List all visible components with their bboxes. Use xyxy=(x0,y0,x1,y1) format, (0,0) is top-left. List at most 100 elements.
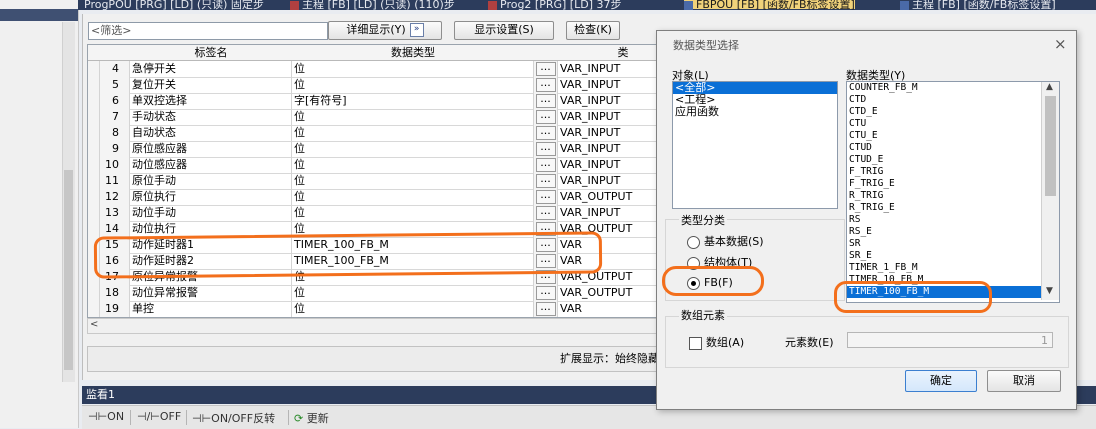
data-type-cell[interactable]: 位 xyxy=(292,301,534,317)
type-browse-button[interactable]: ... xyxy=(534,93,558,109)
data-type-cell[interactable]: 位 xyxy=(292,189,534,205)
scroll-thumb[interactable] xyxy=(1045,96,1056,196)
type-browse-button[interactable]: ... xyxy=(534,285,558,301)
table-row[interactable]: 5 复位开关位... VAR_INPUT xyxy=(88,77,688,94)
label-name-cell[interactable]: 手动状态 xyxy=(130,109,292,125)
table-row[interactable]: 15 动作延时器1 TIMER_100_FB_M... VAR xyxy=(88,237,688,254)
data-type-item[interactable]: SR xyxy=(847,238,1059,250)
tab-fbpou-labels[interactable]: FBPOU [FB] [函数/FB标签设置] xyxy=(684,0,855,10)
data-type-cell[interactable]: 位 xyxy=(292,109,534,125)
scroll-up-icon[interactable]: ▲ xyxy=(1046,82,1053,92)
header-label-name[interactable]: 标签名 xyxy=(130,45,293,61)
label-name-cell[interactable]: 动作延时器1 xyxy=(130,237,292,253)
tab-main-ld[interactable]: 主程 [FB] [LD] (只读) (110)步 xyxy=(290,0,455,10)
type-browse-button[interactable]: ... xyxy=(534,237,558,253)
type-browse-button[interactable]: ... xyxy=(534,205,558,221)
data-type-item[interactable]: SR_E xyxy=(847,250,1059,262)
type-browse-button[interactable]: ... xyxy=(534,253,558,269)
object-item-app-func[interactable]: 应用函数 xyxy=(673,106,837,118)
scroll-left-icon[interactable]: < xyxy=(90,319,98,330)
data-type-cell[interactable]: 位 xyxy=(292,125,534,141)
data-type-item[interactable]: RS xyxy=(847,214,1059,226)
watch-refresh-button[interactable]: ⟳ 更新 xyxy=(294,410,329,426)
label-name-cell[interactable]: 原位异常报警 xyxy=(130,269,292,285)
data-type-cell[interactable]: 位 xyxy=(292,77,534,93)
detail-display-button[interactable]: 详细显示(Y)» xyxy=(328,21,442,40)
array-checkbox[interactable]: 数组(A) xyxy=(689,334,744,350)
table-row[interactable]: 10 动位感应器位... VAR_INPUT xyxy=(88,157,688,174)
type-browse-button[interactable]: ... xyxy=(534,221,558,237)
type-browse-button[interactable]: ... xyxy=(534,61,558,77)
data-type-cell[interactable]: 位 xyxy=(292,157,534,173)
table-row[interactable]: 19 单控位... VAR xyxy=(88,301,688,317)
label-name-cell[interactable]: 动位异常报警 xyxy=(130,285,292,301)
tree-selected-item[interactable] xyxy=(0,9,78,21)
table-row[interactable]: 6 单双控选择 字[有符号]... VAR_INPUT xyxy=(88,93,688,110)
data-type-item[interactable]: F_TRIG xyxy=(847,166,1059,178)
label-name-cell[interactable]: 动位感应器 xyxy=(130,157,292,173)
watch-off-button[interactable]: ⊣/⊢OFF xyxy=(137,410,181,423)
table-row[interactable]: 9 原位感应器位... VAR_INPUT xyxy=(88,141,688,158)
type-browse-button[interactable]: ... xyxy=(534,173,558,189)
data-type-item[interactable]: CTD_E xyxy=(847,106,1059,118)
data-type-cell[interactable]: 位 xyxy=(292,141,534,157)
data-type-cell[interactable]: 位 xyxy=(292,269,534,285)
table-row[interactable]: 14 动位执行位... VAR_OUTPUT xyxy=(88,221,688,238)
table-row[interactable]: 13 动位手动位... VAR_INPUT xyxy=(88,205,688,222)
data-type-item[interactable]: CTUD_E xyxy=(847,154,1059,166)
label-name-cell[interactable]: 动位手动 xyxy=(130,205,292,221)
watch-toggle-button[interactable]: ⊣⊢ON/OFF反转 xyxy=(192,410,275,426)
display-settings-button[interactable]: 显示设置(S) xyxy=(454,21,554,40)
cancel-button[interactable]: 取消 xyxy=(987,370,1061,392)
table-row[interactable]: 4 急停开关位... VAR_INPUT xyxy=(88,61,688,78)
data-type-item[interactable]: R_TRIG_E xyxy=(847,202,1059,214)
tab-prog-pou[interactable]: ProgPOU [PRG] [LD] (只读) 固定步 xyxy=(84,0,264,10)
type-browse-button[interactable]: ... xyxy=(534,189,558,205)
data-type-cell[interactable]: TIMER_100_FB_M xyxy=(292,253,534,269)
data-type-cell[interactable]: 位 xyxy=(292,285,534,301)
table-row[interactable]: 7 手动状态位... VAR_INPUT xyxy=(88,109,688,126)
type-browse-button[interactable]: ... xyxy=(534,109,558,125)
data-type-cell[interactable]: 位 xyxy=(292,205,534,221)
data-type-item[interactable]: CTD xyxy=(847,94,1059,106)
label-name-cell[interactable]: 原位执行 xyxy=(130,189,292,205)
type-browse-button[interactable]: ... xyxy=(534,125,558,141)
table-row[interactable]: 12 原位执行位... VAR_OUTPUT xyxy=(88,189,688,206)
data-type-item[interactable]: CTU xyxy=(847,118,1059,130)
label-name-cell[interactable]: 单控 xyxy=(130,301,292,317)
header-data-type[interactable]: 数据类型 xyxy=(292,45,535,61)
tab-main-labels[interactable]: 主程 [FB] [函数/FB标签设置] xyxy=(900,0,1056,10)
data-type-item[interactable]: CTUD xyxy=(847,142,1059,154)
ok-button[interactable]: 确定 xyxy=(905,370,977,392)
data-type-item[interactable]: R_TRIG xyxy=(847,190,1059,202)
data-type-item[interactable]: COUNTER_FB_M xyxy=(847,82,1059,94)
tab-prog2[interactable]: Prog2 [PRG] [LD] 37步 xyxy=(488,0,621,10)
table-horizontal-scrollbar[interactable]: < xyxy=(87,318,689,334)
type-browse-button[interactable]: ... xyxy=(534,157,558,173)
data-type-item[interactable]: TIMER_1_FB_M xyxy=(847,262,1059,274)
type-browse-button[interactable]: ... xyxy=(534,269,558,285)
data-type-item[interactable]: F_TRIG_E xyxy=(847,178,1059,190)
table-row[interactable]: 8 自动状态位... VAR_INPUT xyxy=(88,125,688,142)
table-row[interactable]: 11 原位手动位... VAR_INPUT xyxy=(88,173,688,190)
label-name-cell[interactable]: 单双控选择 xyxy=(130,93,292,109)
scroll-down-icon[interactable]: ▼ xyxy=(1046,286,1053,296)
type-browse-button[interactable]: ... xyxy=(534,77,558,93)
label-name-cell[interactable]: 动位执行 xyxy=(130,221,292,237)
filter-input[interactable]: <筛选> xyxy=(88,22,328,40)
watch-on-button[interactable]: ⊣⊢ON xyxy=(88,410,124,423)
data-type-item[interactable]: TIMER_100_FB_M xyxy=(847,286,1059,298)
type-browse-button[interactable]: ... xyxy=(534,301,558,317)
radio-fb[interactable]: FB(F) xyxy=(687,276,733,290)
label-name-cell[interactable]: 原位手动 xyxy=(130,173,292,189)
radio-basic-data[interactable]: 基本数据(S) xyxy=(687,233,764,249)
element-count-input[interactable]: 1 xyxy=(847,332,1053,348)
tree-scroll-thumb[interactable] xyxy=(64,170,73,370)
label-name-cell[interactable]: 自动状态 xyxy=(130,125,292,141)
object-list[interactable]: <全部> <工程> 应用函数 xyxy=(672,81,838,209)
radio-struct[interactable]: 结构体(T) xyxy=(687,254,752,270)
data-type-cell[interactable]: 位 xyxy=(292,221,534,237)
check-button[interactable]: 检查(K) xyxy=(566,21,620,40)
table-row[interactable]: 16 动作延时器2 TIMER_100_FB_M... VAR xyxy=(88,253,688,270)
label-name-cell[interactable]: 复位开关 xyxy=(130,77,292,93)
